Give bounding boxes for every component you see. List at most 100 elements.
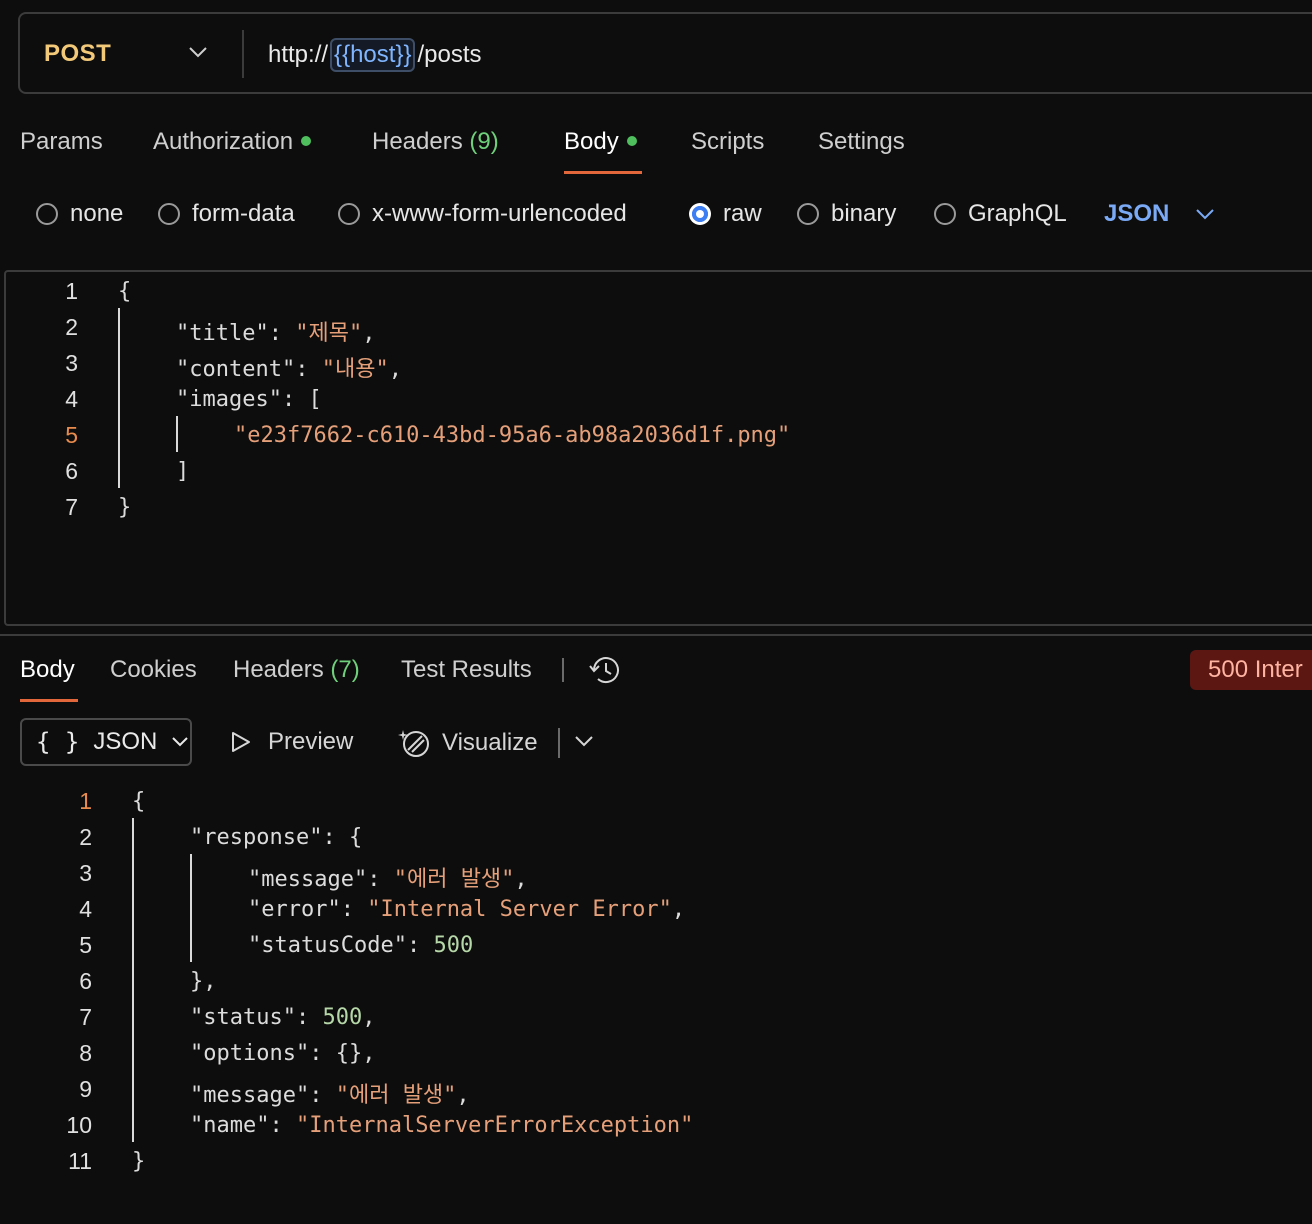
chevron-down-icon[interactable] [574,734,594,753]
code-line: ] [176,459,190,484]
line-number: 2 [65,314,78,340]
code-line: "title": "제목", [176,321,376,346]
response-tab-body[interactable]: Body [20,656,75,684]
tab-headers-count: (9) [469,128,499,155]
json-string: "내용" [321,357,389,382]
line-number: 3 [65,350,78,376]
json-key: "statusCode" [248,933,407,958]
json-key: "status" [190,1005,296,1030]
radio-circle[interactable] [797,203,819,225]
json-key: "title" [176,321,269,346]
line-number: 8 [79,1040,92,1066]
code-line: "options": {}, [190,1041,376,1066]
indent-guide [176,416,178,452]
radio-graphql[interactable]: GraphQL [934,200,1067,228]
json-key: "error" [248,897,341,922]
tab-authorization[interactable]: Authorization [153,128,312,156]
line-number: 2 [79,824,92,850]
json-key: "content" [176,357,296,382]
visualize-label: Visualize [442,729,538,756]
response-tab-cookies[interactable]: Cookies [110,656,197,684]
json-number: 500 [433,933,474,958]
line-number-current: 5 [65,422,78,448]
line-number: 6 [65,458,78,484]
preview-button[interactable]: Preview [230,728,353,756]
json-key: "message" [248,867,368,892]
active-tab-indicator [564,171,642,174]
radio-circle[interactable] [934,203,956,225]
radio-circle-selected[interactable] [689,203,711,225]
radio-none[interactable]: none [36,200,123,228]
radio-raw[interactable]: raw [689,200,762,228]
code-line: } [132,1149,146,1174]
url-variable[interactable]: {{host}} [330,38,416,72]
status-dot [301,135,312,146]
response-tab-headers[interactable]: Headers (7) [233,656,360,684]
url-bar: POST http://{{host}}/posts [18,12,1312,94]
line-number: 6 [79,968,92,994]
json-number: 500 [322,1005,363,1030]
radio-circle[interactable] [338,203,360,225]
line-number: 7 [79,1004,92,1030]
response-tab-headers-count: (7) [330,656,360,683]
json-string: "제목" [295,321,363,346]
separator [562,658,564,682]
url-input[interactable]: http://{{host}}/posts [268,38,482,72]
code-line: } [118,495,132,520]
code-line: "statusCode": 500 [248,933,474,958]
history-icon[interactable] [588,654,622,691]
tab-authorization-label: Authorization [153,128,294,155]
tab-settings[interactable]: Settings [818,128,905,156]
visualize-button[interactable]: Visualize [398,726,538,760]
line-number: 1 [65,278,78,304]
code-line: "content": "내용", [176,357,402,382]
line-number: 5 [79,932,92,958]
json-string: "e23f7662-c610-43bd-95a6-ab98a2036d1f.pn… [234,423,791,448]
code-line: { [118,279,132,304]
indent-guide [118,308,120,488]
chevron-down-icon[interactable] [188,44,208,65]
chevron-down-icon [1196,209,1215,220]
method-select[interactable]: POST [44,40,111,68]
tab-headers[interactable]: Headers (9) [372,128,499,156]
indent-guide [132,818,134,1142]
tab-body-label: Body [564,128,619,155]
json-string: "에러 발생" [393,867,515,892]
response-format-select[interactable]: { } JSON [20,718,192,766]
status-dot [626,135,637,146]
json-string: "에러 발생" [335,1083,457,1108]
code-line: { [132,789,146,814]
format-select-label: JSON [1104,200,1170,227]
radio-label: form-data [192,200,295,227]
status-badge[interactable]: 500 Inter [1190,650,1312,690]
braces-icon: { } [36,728,80,756]
json-key: "response" [190,825,323,850]
json-key: "images" [176,387,282,412]
radio-form-data[interactable]: form-data [158,200,295,228]
json-string: "InternalServerErrorException" [295,1113,694,1138]
code-line: "name": "InternalServerErrorException" [190,1113,694,1138]
tab-params[interactable]: Params [20,128,103,156]
url-suffix: /posts [417,41,482,68]
radio-binary[interactable]: binary [797,200,896,228]
format-select[interactable]: JSON [1104,200,1215,228]
preview-label: Preview [268,728,354,755]
json-string: "Internal Server Error" [367,897,672,922]
line-number: 7 [65,494,78,520]
code-line: "message": "에러 발생", [248,867,528,892]
code-line: "status": 500, [190,1005,376,1030]
radio-x-www-form-urlencoded[interactable]: x-www-form-urlencoded [338,200,627,228]
url-prefix: http:// [268,41,329,68]
radio-label: none [70,200,124,227]
radio-label: GraphQL [968,200,1067,227]
url-divider [242,30,244,78]
line-number: 9 [79,1076,92,1102]
response-tab-test-results[interactable]: Test Results [401,656,532,684]
radio-circle[interactable] [36,203,58,225]
chevron-down-icon [172,737,189,747]
line-number: 11 [68,1148,92,1174]
tab-scripts[interactable]: Scripts [691,128,764,156]
json-key: "message" [190,1083,310,1108]
tab-body[interactable]: Body [564,128,637,156]
radio-circle[interactable] [158,203,180,225]
